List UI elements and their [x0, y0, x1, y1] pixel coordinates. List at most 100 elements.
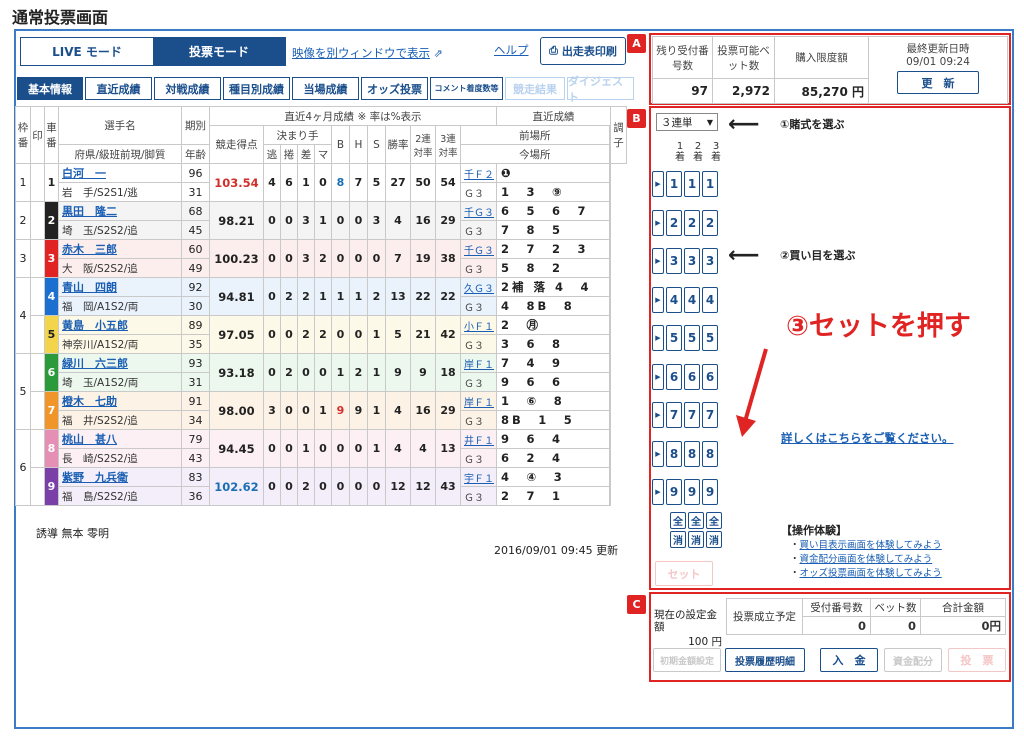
pick-3rd-1[interactable]: 1: [702, 171, 718, 197]
help-link[interactable]: ヘルプ: [494, 42, 529, 58]
mark-cell[interactable]: [30, 201, 45, 240]
rider-age: 35: [181, 334, 210, 354]
tab-venue-results[interactable]: 当場成績: [292, 77, 359, 100]
detail-link[interactable]: 詳しくはこちらをご覧ください。: [781, 430, 954, 446]
pick-2nd-8[interactable]: 8: [684, 440, 700, 467]
this-venue: Ｇ３: [460, 296, 497, 316]
pick-3rd-8[interactable]: 8: [702, 440, 718, 467]
all-1st-button[interactable]: 全: [670, 512, 686, 529]
mark-cell[interactable]: [30, 429, 45, 468]
prev-venue[interactable]: 岸Ｆ１: [460, 391, 497, 411]
prev-venue[interactable]: 久Ｇ３: [460, 277, 497, 297]
exp-link-2[interactable]: 資金配分画面を体験してみよう: [800, 554, 933, 565]
prev-venue[interactable]: 千Ｆ２: [460, 163, 497, 183]
pick-1st-6[interactable]: 6: [666, 363, 682, 390]
deposit-button[interactable]: 入 金: [820, 648, 878, 672]
fund-allocation-button[interactable]: 資金配分: [884, 648, 942, 672]
pick-1st-7[interactable]: 7: [666, 402, 682, 428]
pick-2nd-2[interactable]: 2: [684, 209, 700, 236]
video-link[interactable]: 映像を別ウィンドウで表示 ⇗: [292, 45, 443, 61]
win-rate: 13: [385, 277, 411, 316]
pick-2nd-7[interactable]: 7: [684, 402, 700, 428]
exp-link-1[interactable]: 買い目表示画面を体験してみよう: [800, 540, 942, 551]
live-mode-button[interactable]: LIVE モード: [21, 38, 153, 65]
pick-2nd-5[interactable]: 5: [684, 325, 700, 351]
clear-3rd-button[interactable]: 消: [706, 531, 722, 548]
tab-match-results[interactable]: 対戦成績: [154, 77, 221, 100]
prev-venue[interactable]: 岸Ｆ１: [460, 353, 497, 373]
prev-venue[interactable]: 千Ｇ３: [460, 201, 497, 221]
all-3rd-button[interactable]: 全: [706, 512, 722, 529]
row-select-arrow[interactable]: ▶: [652, 248, 664, 274]
mark-cell[interactable]: [30, 163, 45, 202]
tab-basic-info[interactable]: 基本情報: [17, 77, 83, 100]
all-2nd-button[interactable]: 全: [688, 512, 704, 529]
pick-2nd-6[interactable]: 6: [684, 363, 700, 390]
pick-1st-2[interactable]: 2: [666, 209, 682, 236]
row-select-arrow[interactable]: ▶: [652, 440, 664, 467]
pick-3rd-3[interactable]: 3: [702, 248, 718, 274]
row-select-arrow[interactable]: ▶: [652, 479, 664, 505]
rider-name[interactable]: 橙木 七助: [58, 391, 182, 411]
vote-mode-button[interactable]: 投票モード: [153, 38, 285, 65]
tab-recent-results[interactable]: 直近成績: [85, 77, 152, 100]
pick-2nd-9[interactable]: 9: [684, 479, 700, 505]
rider-name[interactable]: 桃山 甚八: [58, 429, 182, 449]
pick-1st-9[interactable]: 9: [666, 479, 682, 505]
prev-venue[interactable]: 千Ｇ３: [460, 239, 497, 259]
set-button[interactable]: セット: [655, 561, 713, 586]
mark-cell[interactable]: [30, 277, 45, 316]
pick-3rd-9[interactable]: 9: [702, 479, 718, 505]
pick-1st-5[interactable]: 5: [666, 325, 682, 351]
mark-cell[interactable]: [30, 391, 45, 430]
prev-venue[interactable]: 小Ｆ１: [460, 315, 497, 335]
pick-3rd-7[interactable]: 7: [702, 402, 718, 428]
rider-name[interactable]: 白河 一: [58, 163, 182, 183]
prev-venue[interactable]: 宇Ｆ１: [460, 467, 497, 487]
mark-cell[interactable]: [30, 353, 45, 392]
row-select-arrow[interactable]: ▶: [652, 286, 664, 313]
vote-button[interactable]: 投 票: [948, 648, 1006, 672]
exp-link-3[interactable]: オッズ投票画面を体験してみよう: [800, 568, 942, 579]
mark-cell[interactable]: [30, 315, 45, 354]
rider-name[interactable]: 赤木 三郎: [58, 239, 182, 259]
initial-amount-button[interactable]: 初期金額設定: [653, 648, 721, 672]
pick-2nd-3[interactable]: 3: [684, 248, 700, 274]
bet-type-select[interactable]: ３連単 ▼: [656, 113, 718, 131]
clear-1st-button[interactable]: 消: [670, 531, 686, 548]
update-button[interactable]: 更 新: [897, 71, 979, 94]
clear-2nd-button[interactable]: 消: [688, 531, 704, 548]
pick-3rd-2[interactable]: 2: [702, 209, 718, 236]
pick-1st-1[interactable]: 1: [666, 171, 682, 197]
tab-race-result[interactable]: 競走結果: [505, 77, 565, 100]
row-select-arrow[interactable]: ▶: [652, 402, 664, 428]
print-button[interactable]: ⎙ 出走表印刷: [540, 37, 626, 65]
pick-2nd-4[interactable]: 4: [684, 286, 700, 313]
prev-venue[interactable]: 井Ｆ１: [460, 429, 497, 449]
rider-name[interactable]: 黄島 小五郎: [58, 315, 182, 335]
row-select-arrow[interactable]: ▶: [652, 171, 664, 197]
scheduled-label: 投票成立予定: [726, 598, 803, 635]
mark-cell[interactable]: [30, 239, 45, 278]
tab-comment[interactable]: コメント着度数等: [430, 77, 503, 100]
table-row: 7 橙木 七助 91 98.00 3 0 0 1 9 9 1 4 16 29 岸Ｆ１ 1 ⑥ 8: [15, 391, 627, 430]
pick-1st-4[interactable]: 4: [666, 286, 682, 313]
vote-history-button[interactable]: 投票履歴明細: [725, 648, 805, 672]
row-select-arrow[interactable]: ▶: [652, 363, 664, 390]
pick-2nd-1[interactable]: 1: [684, 171, 700, 197]
mark-cell[interactable]: [30, 467, 45, 506]
rider-name[interactable]: 青山 四朗: [58, 277, 182, 297]
tab-odds-vote[interactable]: オッズ投票: [361, 77, 428, 100]
rider-name[interactable]: 黒田 隆二: [58, 201, 182, 221]
pick-3rd-6[interactable]: 6: [702, 363, 718, 390]
row-select-arrow[interactable]: ▶: [652, 209, 664, 236]
pick-3rd-5[interactable]: 5: [702, 325, 718, 351]
pick-3rd-4[interactable]: 4: [702, 286, 718, 313]
rider-name[interactable]: 紫野 九兵衛: [58, 467, 182, 487]
rider-name[interactable]: 緑川 六三郎: [58, 353, 182, 373]
tab-event-results[interactable]: 種目別成績: [223, 77, 290, 100]
pick-1st-8[interactable]: 8: [666, 440, 682, 467]
row-select-arrow[interactable]: ▶: [652, 325, 664, 351]
tab-digest[interactable]: ダイジェスト: [567, 75, 634, 104]
pick-1st-3[interactable]: 3: [666, 248, 682, 274]
